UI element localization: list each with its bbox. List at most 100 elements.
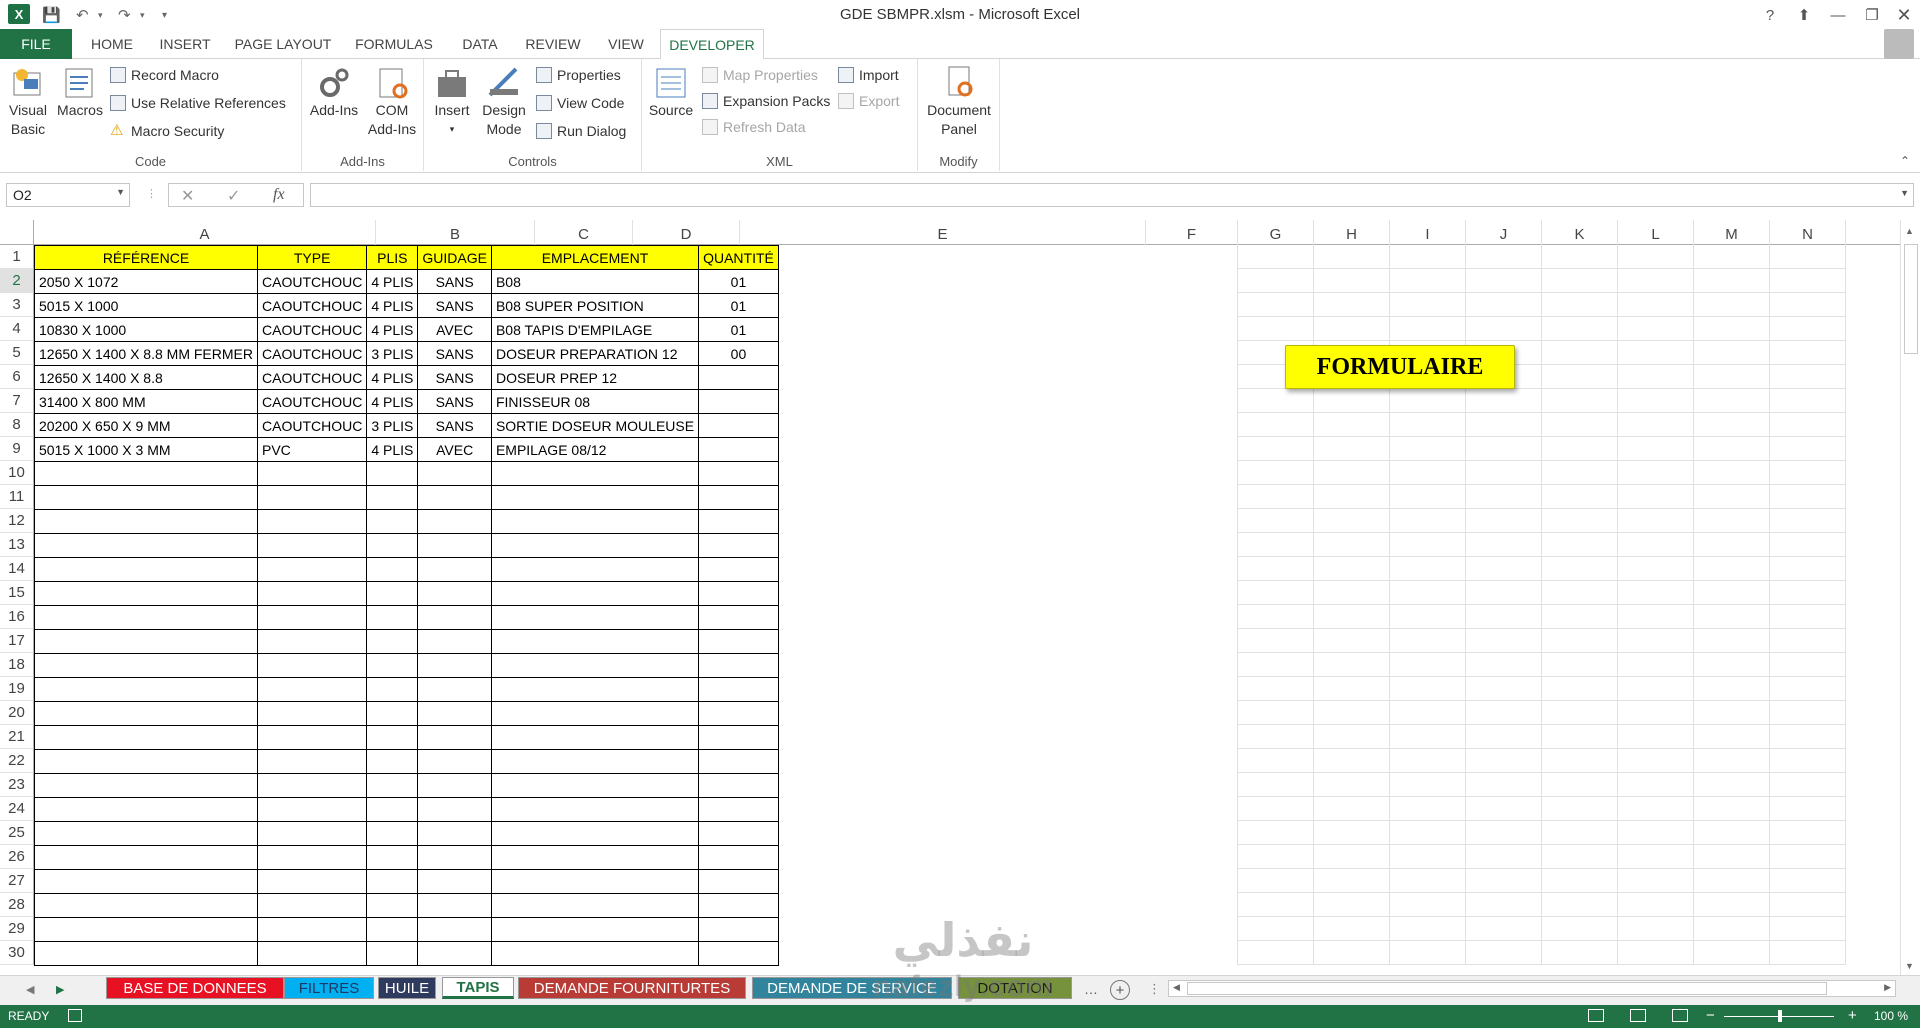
table-cell[interactable] xyxy=(698,701,779,726)
horizontal-scroll-thumb[interactable] xyxy=(1187,982,1827,995)
table-cell[interactable]: CAOUTCHOUC xyxy=(256,293,368,318)
table-cell[interactable] xyxy=(366,725,419,750)
table-cell[interactable] xyxy=(490,893,700,918)
formulaire-button[interactable]: FORMULAIRE xyxy=(1285,345,1515,389)
column-header[interactable]: E xyxy=(740,220,1146,245)
row-header[interactable]: 13 xyxy=(0,533,34,557)
table-cell[interactable] xyxy=(256,893,368,918)
row-header[interactable]: 16 xyxy=(0,605,34,629)
table-cell[interactable]: 31400 X 800 MM xyxy=(34,389,258,414)
user-avatar-icon[interactable] xyxy=(1884,29,1914,59)
insert-control-button[interactable]: Insert ▾ xyxy=(428,65,476,139)
table-cell[interactable] xyxy=(490,797,700,822)
table-cell[interactable]: 3 PLIS xyxy=(366,341,419,366)
visual-basic-button[interactable]: Visual Basic xyxy=(6,65,50,139)
table-cell[interactable]: CAOUTCHOUC xyxy=(256,341,368,366)
table-cell[interactable] xyxy=(698,773,779,798)
view-code-button[interactable]: View Code xyxy=(536,92,624,114)
table-cell[interactable] xyxy=(417,941,492,966)
table-cell[interactable] xyxy=(698,605,779,630)
table-cell[interactable] xyxy=(698,581,779,606)
table-cell[interactable] xyxy=(417,557,492,582)
table-cell[interactable]: SANS xyxy=(417,413,492,438)
tab-home[interactable]: HOME xyxy=(80,29,144,59)
table-cell[interactable] xyxy=(34,869,258,894)
table-cell[interactable] xyxy=(417,797,492,822)
table-cell[interactable]: 4 PLIS xyxy=(366,365,419,390)
table-cell[interactable] xyxy=(366,533,419,558)
source-button[interactable]: Source xyxy=(646,65,696,120)
column-header[interactable]: H xyxy=(1314,220,1390,245)
refresh-data-button[interactable]: Refresh Data xyxy=(702,116,805,138)
vertical-scrollbar[interactable]: ▲ ▼ xyxy=(1900,220,1920,975)
row-header[interactable]: 3 xyxy=(0,293,34,317)
confirm-entry-icon[interactable]: ✓ xyxy=(227,186,240,206)
table-cell[interactable] xyxy=(34,509,258,534)
table-cell[interactable] xyxy=(698,893,779,918)
table-cell[interactable]: SANS xyxy=(417,269,492,294)
column-header[interactable]: J xyxy=(1466,220,1542,245)
expand-formula-bar-icon[interactable]: ▼ xyxy=(1900,188,1909,198)
table-cell[interactable] xyxy=(366,797,419,822)
table-cell[interactable] xyxy=(366,773,419,798)
row-header[interactable]: 20 xyxy=(0,701,34,725)
table-cell[interactable] xyxy=(366,653,419,678)
zoom-slider-thumb[interactable] xyxy=(1778,1010,1782,1022)
table-cell[interactable] xyxy=(490,701,700,726)
tab-formulas[interactable]: FORMULAS xyxy=(348,29,440,59)
column-header[interactable]: M xyxy=(1694,220,1770,245)
table-cell[interactable] xyxy=(417,653,492,678)
table-cell[interactable] xyxy=(698,365,779,390)
table-cell[interactable] xyxy=(366,581,419,606)
import-button[interactable]: Import xyxy=(838,64,899,86)
table-cell[interactable] xyxy=(490,461,700,486)
row-header[interactable]: 26 xyxy=(0,845,34,869)
table-cell[interactable]: 01 xyxy=(698,317,779,342)
row-header[interactable]: 11 xyxy=(0,485,34,509)
table-cell[interactable] xyxy=(417,821,492,846)
column-header[interactable]: A xyxy=(34,220,376,245)
table-cell[interactable]: CAOUTCHOUC xyxy=(256,269,368,294)
zoom-out-icon[interactable]: − xyxy=(1706,1007,1715,1024)
tab-view[interactable]: VIEW xyxy=(596,29,656,59)
table-cell[interactable]: 12650 X 1400 X 8.8 MM FERMER xyxy=(34,341,258,366)
export-button[interactable]: Export xyxy=(838,90,899,112)
vertical-scroll-thumb[interactable] xyxy=(1904,244,1918,354)
table-cell[interactable] xyxy=(698,485,779,510)
sheet-tab[interactable]: BASE DE DONNEES xyxy=(106,977,284,999)
table-cell[interactable] xyxy=(698,845,779,870)
table-cell[interactable] xyxy=(34,605,258,630)
collapse-ribbon-icon[interactable]: ⌃ xyxy=(1900,154,1910,168)
table-cell[interactable] xyxy=(490,917,700,942)
table-cell[interactable] xyxy=(256,749,368,774)
table-cell[interactable]: CAOUTCHOUC xyxy=(256,365,368,390)
table-cell[interactable] xyxy=(256,797,368,822)
table-cell[interactable] xyxy=(698,725,779,750)
table-cell[interactable]: 4 PLIS xyxy=(366,293,419,318)
scroll-up-icon[interactable]: ▲ xyxy=(1905,226,1914,236)
table-cell[interactable] xyxy=(490,677,700,702)
table-cell[interactable]: AVEC xyxy=(417,317,492,342)
table-cell[interactable] xyxy=(490,749,700,774)
table-cell[interactable] xyxy=(256,605,368,630)
name-box[interactable]: O2 ▼ xyxy=(6,183,130,207)
sheet-tab[interactable]: HUILE xyxy=(378,977,436,999)
table-cell[interactable] xyxy=(34,797,258,822)
table-cell[interactable] xyxy=(490,557,700,582)
header-quantite[interactable]: QUANTITÉ xyxy=(698,245,779,270)
horizontal-scrollbar[interactable]: ◀ ▶ xyxy=(1168,980,1896,997)
zoom-in-icon[interactable]: + xyxy=(1848,1007,1857,1024)
table-cell[interactable] xyxy=(256,485,368,510)
row-header[interactable]: 17 xyxy=(0,629,34,653)
table-cell[interactable] xyxy=(34,773,258,798)
table-cell[interactable] xyxy=(698,677,779,702)
table-cell[interactable]: SANS xyxy=(417,365,492,390)
table-cell[interactable] xyxy=(698,557,779,582)
table-cell[interactable] xyxy=(366,485,419,510)
table-cell[interactable] xyxy=(698,653,779,678)
table-cell[interactable]: DOSEUR PREPARATION 12 xyxy=(490,341,700,366)
table-cell[interactable]: 4 PLIS xyxy=(366,389,419,414)
record-macro-button[interactable]: Record Macro xyxy=(110,64,219,86)
table-cell[interactable] xyxy=(34,557,258,582)
scroll-tabs-left-icon[interactable]: ◀ xyxy=(26,983,34,996)
